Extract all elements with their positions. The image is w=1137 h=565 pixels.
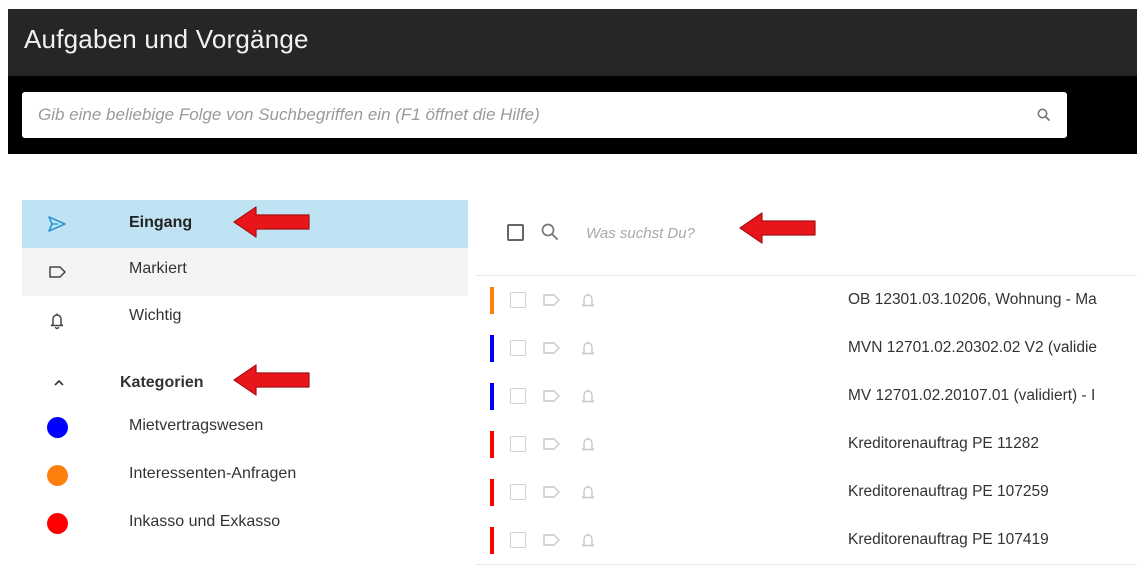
category-interessenten-anfragen[interactable]: Interessenten-Anfragen [22,455,468,495]
table-row[interactable]: OB 12301.03.10206, Wohnung - Ma [476,276,1137,325]
app-title: Aufgaben und Vorgänge [24,24,309,54]
row-subject: Kreditorenauftrag PE 107419 [848,531,1049,548]
category-stripe [490,479,494,506]
category-label: Mietvertragswesen [129,417,264,434]
row-subject: Kreditorenauftrag PE 11282 [848,435,1040,452]
search-icon[interactable] [1035,106,1053,124]
category-stripe [490,287,494,314]
label-icon[interactable] [542,388,562,404]
app-header: Aufgaben und Vorgänge [8,9,1137,154]
row-subject: OB 12301.03.10206, Wohnung - Ma [848,291,1097,308]
table-row[interactable]: MV 12701.02.20107.01 (validiert) - I [476,372,1137,421]
row-subject: Kreditorenauftrag PE 107259 [848,483,1049,500]
category-inkasso-und-exkasso[interactable]: Inkasso und Exkasso [22,503,468,543]
bell-icon[interactable] [580,434,596,454]
label-icon [49,266,66,278]
title-bar: Aufgaben und Vorgänge [8,9,1137,76]
row-checkbox[interactable] [510,436,526,452]
label-icon[interactable] [542,292,562,308]
category-color-dot [47,513,68,534]
category-label: Interessenten-Anfragen [129,465,297,482]
sidebar-item-wichtig[interactable]: Wichtig [22,296,468,344]
label-icon[interactable] [542,340,562,356]
row-subject: MV 12701.02.20107.01 (validiert) - I [848,387,1096,404]
send-icon [48,216,66,232]
category-color-dot [47,417,68,438]
category-stripe [490,335,494,362]
task-list-panel: OB 12301.03.10206, Wohnung - Ma MVN 1270… [476,200,1137,565]
table-row[interactable]: Kreditorenauftrag PE 11282 [476,420,1137,469]
label-icon[interactable] [542,532,562,548]
row-checkbox[interactable] [510,532,526,548]
category-stripe [490,431,494,458]
row-checkbox[interactable] [510,292,526,308]
search-icon [541,223,558,240]
bell-icon[interactable] [580,482,596,502]
global-search-box [22,92,1067,138]
global-search-input[interactable] [38,103,998,127]
category-color-dot [47,465,68,486]
sidebar-item-markiert[interactable]: Markiert [22,248,468,296]
sidebar-item-label: Wichtig [129,307,182,324]
sidebar-item-label: Markiert [129,260,187,277]
row-checkbox[interactable] [510,484,526,500]
label-icon[interactable] [542,436,562,452]
row-subject: MVN 12701.02.20302.02 V2 (validie [848,339,1098,356]
bell-icon[interactable] [580,530,596,550]
sidebar-item-label: Eingang [129,214,193,231]
bell-icon[interactable] [580,338,596,358]
annotation-arrow-icon [233,364,310,396]
row-checkbox[interactable] [510,340,526,356]
annotation-arrow-icon [233,206,310,238]
categories-label: Kategorien [120,374,204,391]
bell-icon[interactable] [580,290,596,310]
category-mietvertragswesen[interactable]: Mietvertragswesen [22,407,468,447]
table-row[interactable]: Kreditorenauftrag PE 107419 [476,516,1137,565]
category-stripe [490,383,494,410]
bell-icon [50,313,64,330]
bell-icon[interactable] [580,386,596,406]
label-icon[interactable] [542,484,562,500]
chevron-up-icon[interactable] [52,376,66,390]
category-label: Inkasso und Exkasso [129,513,281,530]
select-all-checkbox[interactable] [507,224,524,241]
table-row[interactable]: MVN 12701.02.20302.02 V2 (validie [476,324,1137,373]
category-stripe [490,527,494,554]
row-checkbox[interactable] [510,388,526,404]
annotation-arrow-icon [739,212,816,244]
table-row[interactable]: Kreditorenauftrag PE 107259 [476,468,1137,517]
